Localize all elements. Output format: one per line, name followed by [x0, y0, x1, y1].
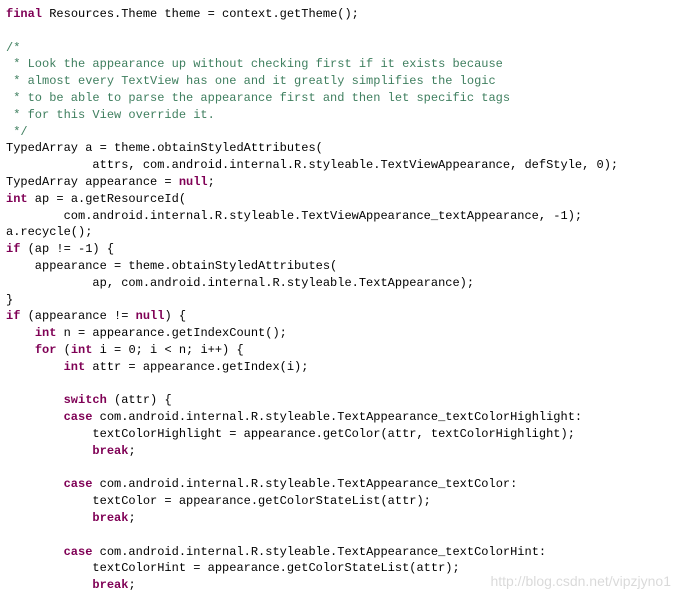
code-segment	[6, 410, 64, 424]
code-line: appearance = theme.obtainStyledAttribute…	[6, 258, 675, 275]
code-segment: * almost every TextView has one and it g…	[6, 74, 496, 88]
code-line: if (ap != -1) {	[6, 241, 675, 258]
code-line: * Look the appearance up without checkin…	[6, 56, 675, 73]
code-segment: ;	[128, 444, 135, 458]
code-line: * almost every TextView has one and it g…	[6, 73, 675, 90]
code-block: final Resources.Theme theme = context.ge…	[6, 6, 675, 594]
code-line: /*	[6, 40, 675, 57]
code-line: attrs, com.android.internal.R.styleable.…	[6, 157, 675, 174]
code-segment: Resources.Theme theme = context.getTheme…	[42, 7, 359, 21]
code-line: * for this View override it.	[6, 107, 675, 124]
code-segment: n = appearance.getIndexCount();	[56, 326, 286, 340]
code-line: textColorHighlight = appearance.getColor…	[6, 426, 675, 443]
code-line: if (appearance != null) {	[6, 308, 675, 325]
code-line: case com.android.internal.R.styleable.Te…	[6, 476, 675, 493]
code-line: int attr = appearance.getIndex(i);	[6, 359, 675, 376]
code-line: case com.android.internal.R.styleable.Te…	[6, 409, 675, 426]
code-segment: case	[64, 545, 93, 559]
code-segment	[6, 360, 64, 374]
code-line: * to be able to parse the appearance fir…	[6, 90, 675, 107]
code-segment: * for this View override it.	[6, 108, 215, 122]
code-line: TypedArray appearance = null;	[6, 174, 675, 191]
code-line: case com.android.internal.R.styleable.Te…	[6, 544, 675, 561]
code-line: textColorHint = appearance.getColorState…	[6, 560, 675, 577]
code-segment: (ap != -1) {	[20, 242, 114, 256]
code-segment: ) {	[164, 309, 186, 323]
code-segment: /*	[6, 41, 20, 55]
code-segment: com.android.internal.R.styleable.TextApp…	[92, 545, 546, 559]
code-line: */	[6, 124, 675, 141]
code-segment: i = 0; i < n; i++) {	[92, 343, 243, 357]
code-line: int n = appearance.getIndexCount();	[6, 325, 675, 342]
code-segment: break	[92, 578, 128, 592]
code-segment: int	[71, 343, 93, 357]
code-segment: textColorHint = appearance.getColorState…	[6, 561, 460, 575]
code-line	[6, 527, 675, 544]
code-line	[6, 23, 675, 40]
code-segment: ap = a.getResourceId(	[28, 192, 186, 206]
code-segment: int	[6, 192, 28, 206]
code-line: textColor = appearance.getColorStateList…	[6, 493, 675, 510]
code-segment: */	[6, 125, 28, 139]
code-segment: TypedArray a = theme.obtainStyledAttribu…	[6, 141, 323, 155]
code-segment: ;	[128, 578, 135, 592]
code-line: break;	[6, 443, 675, 460]
code-segment: (	[56, 343, 70, 357]
code-segment: int	[64, 360, 86, 374]
code-line: ap, com.android.internal.R.styleable.Tex…	[6, 275, 675, 292]
code-segment: TypedArray appearance =	[6, 175, 179, 189]
code-segment: if	[6, 309, 20, 323]
code-segment: ap, com.android.internal.R.styleable.Tex…	[6, 276, 474, 290]
code-segment: ;	[208, 175, 215, 189]
code-line: break;	[6, 510, 675, 527]
code-segment	[6, 343, 35, 357]
code-segment: * to be able to parse the appearance fir…	[6, 91, 510, 105]
code-line: int ap = a.getResourceId(	[6, 191, 675, 208]
code-line: final Resources.Theme theme = context.ge…	[6, 6, 675, 23]
code-segment: a.recycle();	[6, 225, 92, 239]
code-segment	[6, 444, 92, 458]
code-segment: attrs, com.android.internal.R.styleable.…	[6, 158, 618, 172]
code-segment: * Look the appearance up without checkin…	[6, 57, 503, 71]
code-segment: break	[92, 444, 128, 458]
code-segment: ;	[128, 511, 135, 525]
code-segment: case	[64, 477, 93, 491]
code-line	[6, 376, 675, 393]
code-segment: }	[6, 293, 13, 307]
code-segment	[6, 545, 64, 559]
code-segment	[6, 477, 64, 491]
code-segment: if	[6, 242, 20, 256]
code-segment: null	[179, 175, 208, 189]
code-segment: final	[6, 7, 42, 21]
code-line: }	[6, 292, 675, 309]
code-line: for (int i = 0; i < n; i++) {	[6, 342, 675, 359]
code-segment: appearance = theme.obtainStyledAttribute…	[6, 259, 337, 273]
code-segment	[6, 578, 92, 592]
code-segment: switch	[64, 393, 107, 407]
code-segment	[6, 393, 64, 407]
code-segment: com.android.internal.R.styleable.TextApp…	[92, 477, 517, 491]
code-line: a.recycle();	[6, 224, 675, 241]
code-segment: break	[92, 511, 128, 525]
code-line: switch (attr) {	[6, 392, 675, 409]
code-segment: (appearance !=	[20, 309, 135, 323]
code-segment	[6, 511, 92, 525]
code-line	[6, 460, 675, 477]
code-segment: textColorHighlight = appearance.getColor…	[6, 427, 575, 441]
code-segment: attr = appearance.getIndex(i);	[85, 360, 308, 374]
code-segment: com.android.internal.R.styleable.TextApp…	[92, 410, 582, 424]
code-line: TypedArray a = theme.obtainStyledAttribu…	[6, 140, 675, 157]
code-segment: (attr) {	[107, 393, 172, 407]
code-line: break;	[6, 577, 675, 594]
code-segment: int	[35, 326, 57, 340]
code-line: com.android.internal.R.styleable.TextVie…	[6, 208, 675, 225]
code-segment: for	[35, 343, 57, 357]
code-segment: case	[64, 410, 93, 424]
code-segment: textColor = appearance.getColorStateList…	[6, 494, 431, 508]
code-segment	[6, 326, 35, 340]
code-segment: com.android.internal.R.styleable.TextVie…	[6, 209, 582, 223]
code-segment: null	[136, 309, 165, 323]
